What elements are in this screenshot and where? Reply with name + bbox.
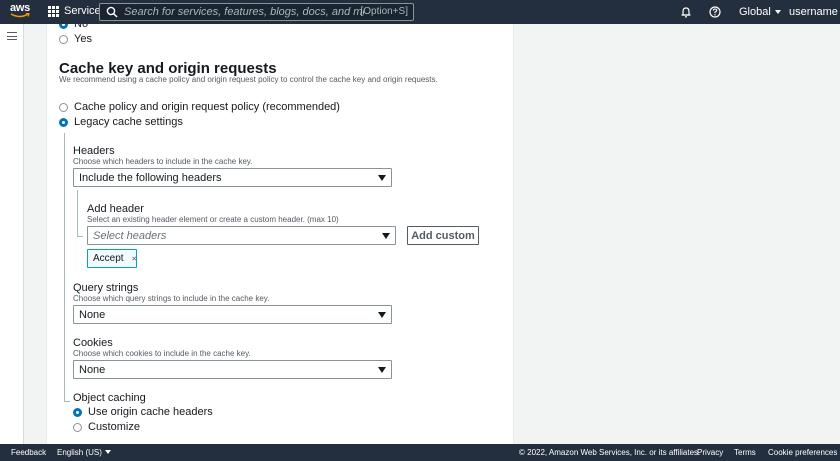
language-selector[interactable]: English (US) <box>57 448 111 457</box>
radio-option-use-origin-headers[interactable]: Use origin cache headers <box>73 406 213 418</box>
header-token-accept: Accept <box>87 249 137 268</box>
privacy-link[interactable]: Privacy <box>697 448 723 457</box>
headers-select[interactable]: Include the following headers <box>73 168 392 187</box>
account-menu[interactable]: username <box>789 6 840 18</box>
headers-select-value: Include the following headers <box>79 171 222 184</box>
radio-button[interactable] <box>73 407 82 417</box>
headers-label: Headers <box>73 145 115 157</box>
add-header-label: Add header <box>87 203 144 215</box>
radio-option-no[interactable]: No <box>59 24 88 30</box>
select-headers-placeholder: Select headers <box>93 229 167 242</box>
aws-logo[interactable]: aws <box>10 3 32 21</box>
cookies-label: Cookies <box>73 337 113 349</box>
query-strings-label: Query strings <box>73 282 139 294</box>
search-input[interactable] <box>124 6 364 18</box>
notifications-bell-icon[interactable] <box>680 6 692 18</box>
radio-button[interactable] <box>59 34 68 44</box>
query-strings-select-value: None <box>79 308 106 321</box>
radio-option-cache-policy[interactable]: Cache policy and origin request policy (… <box>59 101 340 113</box>
radio-label: Legacy cache settings <box>74 116 183 128</box>
radio-label: No <box>74 24 89 30</box>
headers-description: Choose which headers to include in the c… <box>73 157 253 166</box>
tree-connector <box>64 133 65 401</box>
radio-button[interactable] <box>59 102 68 112</box>
region-label: Global <box>739 6 771 18</box>
tree-connector <box>64 401 70 402</box>
cookies-description: Choose which cookies to include in the c… <box>73 349 251 358</box>
side-nav-rail <box>0 24 24 444</box>
language-label: English (US) <box>57 448 102 457</box>
token-label: Accept <box>93 253 124 264</box>
cookies-select[interactable]: None <box>73 360 392 379</box>
caret-down-icon <box>378 174 386 181</box>
menu-icon[interactable] <box>7 32 17 40</box>
search-bar[interactable]: [Option+S] <box>99 3 414 21</box>
copyright-text: © 2022, Amazon Web Services, Inc. or its… <box>519 448 701 457</box>
radio-label: Yes <box>74 33 92 45</box>
radio-button[interactable] <box>73 422 82 432</box>
query-strings-description: Choose which query strings to include in… <box>73 294 270 303</box>
top-nav: aws Services [Option+S] Global username <box>0 0 840 24</box>
caret-down-icon <box>382 232 390 239</box>
username-label: username <box>789 6 838 18</box>
search-icon <box>106 6 118 18</box>
radio-option-legacy[interactable]: Legacy cache settings <box>59 116 183 128</box>
radio-label: Cache policy and origin request policy (… <box>74 101 340 113</box>
chevron-down-icon <box>104 450 111 454</box>
radio-option-yes[interactable]: Yes <box>59 33 92 45</box>
select-headers-dropdown[interactable]: Select headers <box>87 226 396 245</box>
add-custom-button[interactable]: Add custom <box>407 226 479 245</box>
radio-option-customize[interactable]: Customize <box>73 421 140 433</box>
query-strings-select[interactable]: None <box>73 305 392 324</box>
caret-down-icon <box>378 366 386 373</box>
aws-smile-icon <box>10 13 30 18</box>
help-icon[interactable] <box>709 6 721 18</box>
region-selector[interactable]: Global <box>739 6 781 18</box>
object-caching-label: Object caching <box>73 392 146 404</box>
form-panel: No Yes Cache key and origin requests We … <box>46 24 514 444</box>
services-grid-icon <box>48 5 59 17</box>
radio-label: Customize <box>88 421 140 433</box>
services-menu-button[interactable]: Services <box>48 5 106 17</box>
chevron-down-icon <box>774 10 781 14</box>
cookies-select-value: None <box>79 363 106 376</box>
footer: Feedback English (US) © 2022, Amazon Web… <box>0 444 840 461</box>
add-header-description: Select an existing header element or cre… <box>87 215 339 224</box>
radio-button[interactable] <box>59 117 68 127</box>
feedback-link[interactable]: Feedback <box>11 448 46 457</box>
radio-button[interactable] <box>59 24 68 29</box>
radio-label: Use origin cache headers <box>88 406 213 418</box>
section-description: We recommend using a cache policy and or… <box>59 75 438 84</box>
terms-link[interactable]: Terms <box>734 448 756 457</box>
tree-connector <box>77 236 83 237</box>
tree-connector <box>77 190 78 237</box>
cookie-preferences-link[interactable]: Cookie preferences <box>768 448 837 457</box>
caret-down-icon <box>378 311 386 318</box>
close-icon[interactable] <box>131 254 136 263</box>
search-shortcut-hint: [Option+S] <box>360 6 408 17</box>
